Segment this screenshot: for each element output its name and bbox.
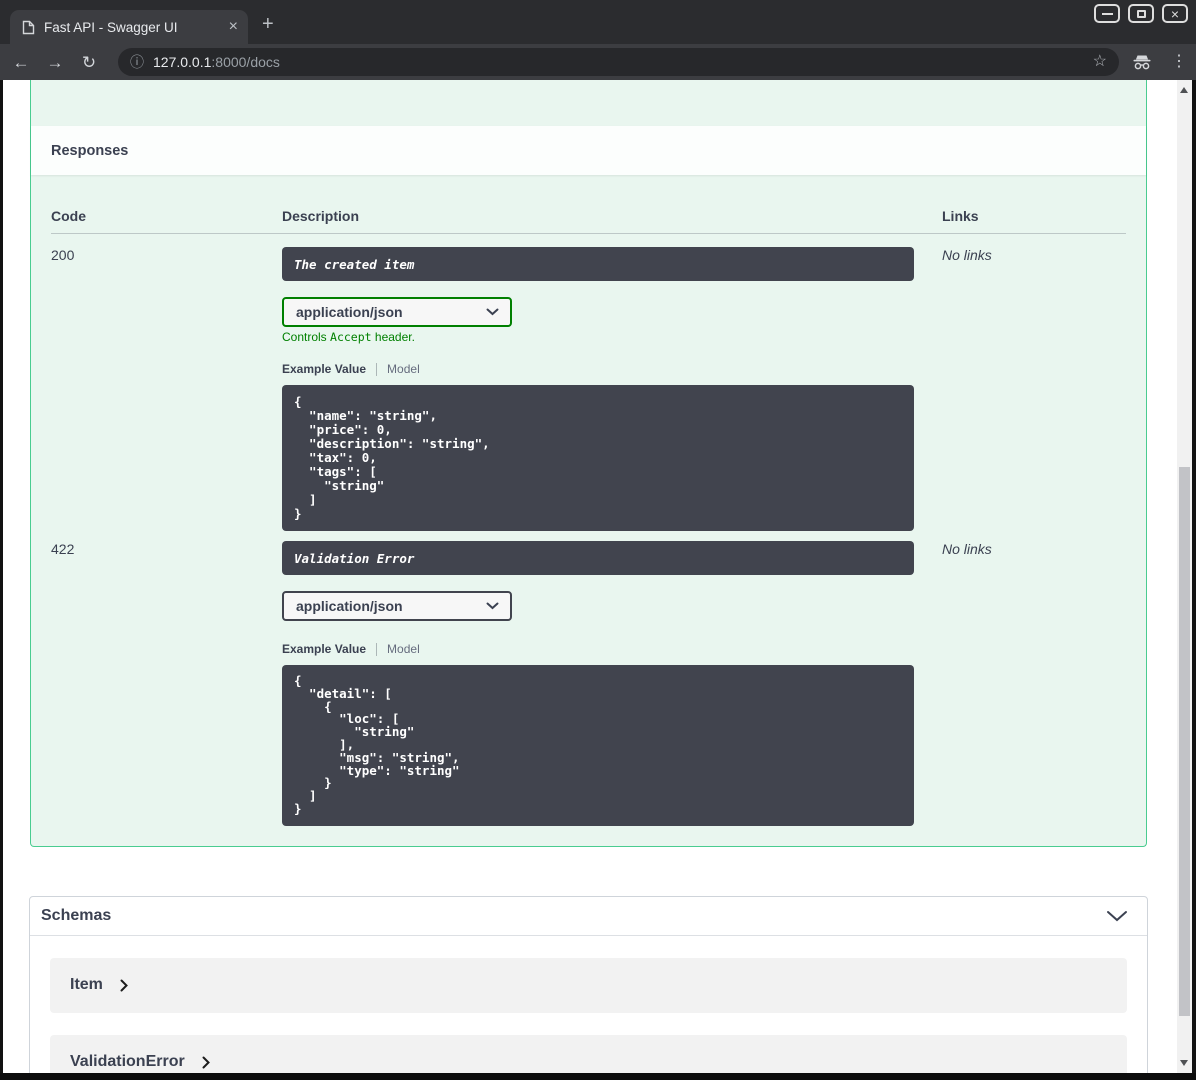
address-bar[interactable]: ⓘ 127.0.0.1:8000/docs ☆ [118, 48, 1119, 76]
browser-window: Fast API - Swagger UI × + × ← → ↻ ⓘ 127.… [0, 0, 1196, 1080]
response-description: The created item [282, 247, 914, 281]
chevron-right-icon [202, 1056, 210, 1069]
url-path: :8000/docs [211, 54, 280, 70]
example-model-tabs: Example Value Model [282, 642, 914, 656]
chevron-down-icon [486, 308, 499, 316]
tab-divider [376, 642, 378, 656]
chevron-down-icon [486, 602, 499, 610]
response-links: No links [942, 247, 992, 263]
window-border-right [1192, 80, 1196, 1080]
column-header-links: Links [942, 208, 979, 224]
schemas-section: Schemas Item ValidationError [29, 895, 1148, 1073]
minimize-icon [1101, 12, 1113, 15]
schema-item[interactable]: ValidationError [50, 1034, 1127, 1073]
browser-toolbar: ← → ↻ ⓘ 127.0.0.1:8000/docs ☆ ⋮ [0, 44, 1196, 80]
opblock-spacer [31, 80, 1146, 126]
column-header-code: Code [51, 208, 86, 224]
info-icon[interactable]: ⓘ [130, 55, 144, 69]
response-row-200: 200 The created item application/json Co… [51, 247, 1126, 531]
reload-icon[interactable]: ↻ [80, 54, 98, 71]
incognito-icon [1132, 54, 1152, 70]
forward-icon[interactable]: → [46, 54, 64, 71]
scrollbar-thumb[interactable] [1179, 467, 1190, 1016]
responses-section-header: Responses [31, 126, 1146, 175]
minimize-button[interactable] [1094, 4, 1120, 23]
schemas-heading: Schemas [41, 906, 112, 924]
window-controls: × [1094, 4, 1188, 23]
example-json: { "name": "string", "price": 0, "descrip… [282, 385, 914, 531]
url-host: 127.0.0.1 [153, 54, 212, 70]
vertical-scrollbar [1177, 80, 1192, 1073]
document-icon [22, 20, 35, 35]
media-type-select[interactable]: application/json [282, 297, 512, 327]
schemas-list: Item ValidationError [30, 936, 1147, 1073]
close-button[interactable]: × [1162, 4, 1188, 23]
schema-name: Item [70, 976, 103, 994]
maximize-icon [1136, 9, 1146, 18]
schema-item[interactable]: Item [50, 957, 1127, 1013]
tab-strip: Fast API - Swagger UI × + × [0, 0, 1196, 44]
chevron-right-icon [120, 979, 128, 992]
responses-heading: Responses [51, 142, 129, 159]
maximize-button[interactable] [1128, 4, 1154, 23]
window-border-left [0, 80, 3, 1080]
browser-tab[interactable]: Fast API - Swagger UI × [10, 10, 248, 44]
chevron-down-icon[interactable] [1106, 910, 1128, 922]
media-type-value: application/json [296, 598, 403, 614]
tab-divider [376, 362, 378, 376]
new-tab-icon[interactable]: + [262, 14, 274, 34]
response-code: 200 [51, 247, 75, 263]
tab-example-value[interactable]: Example Value [282, 642, 366, 656]
tab-model[interactable]: Model [387, 642, 420, 656]
bookmark-star-icon[interactable]: ☆ [1093, 54, 1107, 70]
swagger-page: Responses Code Description Links 200 The… [3, 80, 1177, 1073]
response-description-cell: Validation Error application/json Exampl… [282, 541, 914, 826]
opblock-responses: Responses Code Description Links 200 The… [30, 80, 1147, 847]
schema-name: ValidationError [70, 1053, 185, 1071]
example-model-tabs: Example Value Model [282, 362, 914, 376]
tab-title: Fast API - Swagger UI [44, 19, 178, 35]
response-links: No links [942, 541, 992, 557]
schemas-header[interactable]: Schemas [30, 897, 1147, 936]
window-border-bottom [0, 1073, 1196, 1080]
tab-close-icon[interactable]: × [229, 19, 238, 35]
response-description-cell: The created item application/json Contro… [282, 247, 914, 531]
tab-model[interactable]: Model [387, 362, 420, 376]
media-type-value: application/json [296, 304, 403, 320]
example-json: { "detail": [ { "loc": [ "string" ], "ms… [282, 665, 914, 826]
responses-table-header: Code Description Links [51, 208, 1126, 234]
accept-header-note: Controls Accept header. [282, 330, 415, 344]
response-code: 422 [51, 541, 75, 557]
responses-table: Code Description Links 200 The created i… [31, 175, 1146, 846]
response-description: Validation Error [282, 541, 914, 575]
tab-example-value[interactable]: Example Value [282, 362, 366, 376]
close-icon: × [1170, 5, 1180, 22]
url-text: 127.0.0.1:8000/docs [153, 54, 280, 70]
scrollbar-up-icon[interactable] [1180, 87, 1188, 93]
media-type-select[interactable]: application/json [282, 591, 512, 621]
menu-icon[interactable]: ⋮ [1171, 54, 1187, 70]
scrollbar-down-icon[interactable] [1180, 1060, 1188, 1066]
back-icon[interactable]: ← [12, 54, 30, 71]
column-header-description: Description [282, 208, 360, 224]
toolbar-right: ⋮ [1132, 54, 1187, 70]
response-row-422: 422 Validation Error application/json Ex… [51, 541, 1126, 826]
